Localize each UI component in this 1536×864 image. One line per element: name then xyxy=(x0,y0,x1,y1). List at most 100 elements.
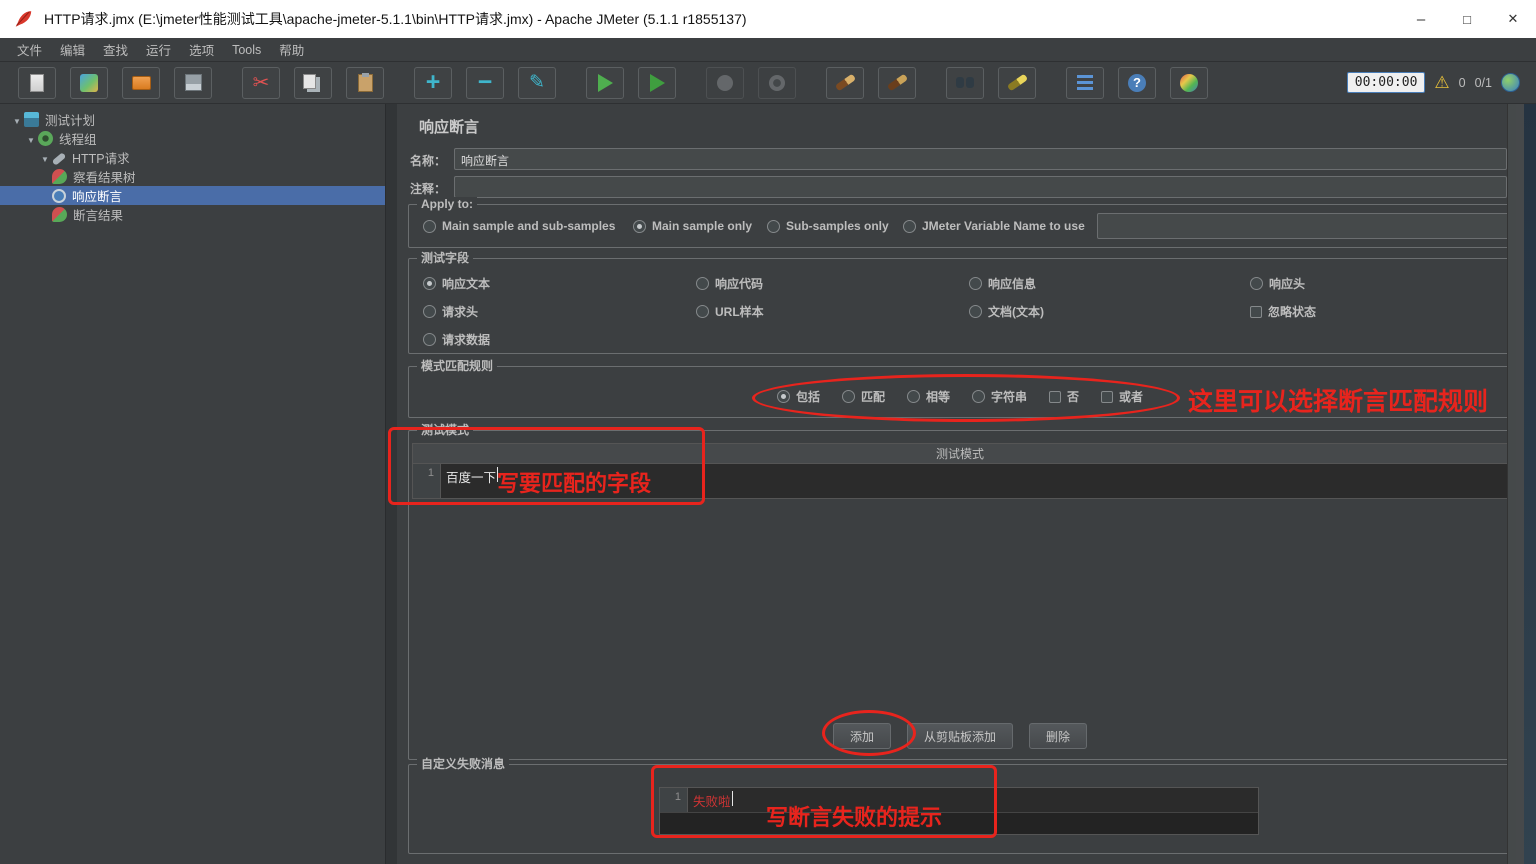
pattern-cell[interactable]: 百度一下 xyxy=(441,464,1507,498)
tree-item-label: 响应断言 xyxy=(72,190,123,204)
clear-all-button[interactable] xyxy=(878,66,916,99)
thread-count: 0/1 xyxy=(1474,75,1492,90)
radio-sub-samples-only[interactable]: Sub-samples only xyxy=(767,219,889,233)
menu-tools[interactable]: Tools xyxy=(223,41,270,59)
radio-icon xyxy=(969,277,982,290)
tree-item-view-results-tree[interactable]: 察看结果树 xyxy=(0,167,385,186)
http-request-icon xyxy=(51,152,67,166)
reset-search-button[interactable] xyxy=(998,66,1036,99)
close-button[interactable] xyxy=(1490,0,1536,38)
open-file-button[interactable] xyxy=(122,66,160,99)
pattern-row[interactable]: 1 百度一下 xyxy=(413,464,1507,498)
open-file-icon xyxy=(131,75,151,90)
checkbox-icon xyxy=(1049,390,1062,403)
menu-run[interactable]: 运行 xyxy=(137,38,180,61)
new-file-button[interactable] xyxy=(18,66,56,99)
tree-item-response-assertion[interactable]: 响应断言 xyxy=(0,186,385,205)
radio-response-message[interactable]: 响应信息 xyxy=(969,275,1036,292)
expand-arrow-icon[interactable] xyxy=(24,132,38,146)
about-button[interactable] xyxy=(1170,66,1208,99)
stop-button[interactable] xyxy=(706,66,744,99)
help-button[interactable] xyxy=(1118,66,1156,99)
tree-item-thread-group[interactable]: 线程组 xyxy=(0,129,385,148)
clear-button[interactable] xyxy=(826,66,864,99)
pencil-icon xyxy=(529,73,545,92)
comment-label: 注释： xyxy=(410,182,447,196)
radio-request-headers[interactable]: 请求头 xyxy=(423,303,478,320)
row-index: 1 xyxy=(413,464,441,498)
cut-button[interactable] xyxy=(242,66,280,99)
add-button[interactable]: 添加 xyxy=(832,723,891,749)
radio-response-code[interactable]: 响应代码 xyxy=(696,275,763,292)
paste-button[interactable] xyxy=(346,66,384,99)
failure-message-cell[interactable]: 失败啦 xyxy=(688,788,1258,812)
comment-input[interactable] xyxy=(454,176,1507,198)
plus-icon xyxy=(426,73,441,93)
title-bar: HTTP请求.jmx (E:\jmeter性能测试工具\apache-jmete… xyxy=(0,0,1536,38)
copy-button[interactable] xyxy=(294,66,332,99)
radio-response-headers[interactable]: 响应头 xyxy=(1250,275,1305,292)
tree-main-splitter[interactable] xyxy=(386,104,397,864)
tree-item-test-plan[interactable]: 测试计划 xyxy=(0,110,385,129)
failure-empty-row[interactable] xyxy=(660,812,1258,834)
expand-arrow-icon[interactable] xyxy=(38,151,52,165)
search-button[interactable] xyxy=(946,66,984,99)
warning-icon[interactable] xyxy=(1434,73,1449,93)
failure-row[interactable]: 1 失败啦 xyxy=(660,788,1258,812)
radio-jmeter-variable[interactable]: JMeter Variable Name to use xyxy=(903,219,1085,233)
checkbox-not[interactable]: 否 xyxy=(1049,388,1079,405)
expand-arrow-icon[interactable] xyxy=(10,113,24,127)
save-button[interactable] xyxy=(174,66,212,99)
menu-file[interactable]: 文件 xyxy=(8,38,51,61)
radio-request-data[interactable]: 请求数据 xyxy=(423,331,490,348)
minimize-button[interactable] xyxy=(1398,0,1444,38)
shutdown-button[interactable] xyxy=(758,66,796,99)
expand-all-button[interactable] xyxy=(414,66,452,99)
assertion-results-icon xyxy=(52,207,67,222)
templates-button[interactable] xyxy=(70,66,108,99)
menu-options[interactable]: 选项 xyxy=(180,38,223,61)
add-from-clipboard-button[interactable]: 从剪贴板添加 xyxy=(906,723,1013,749)
delete-button[interactable]: 删除 xyxy=(1029,723,1088,749)
start-no-pauses-button[interactable] xyxy=(638,66,676,99)
name-input[interactable]: 响应断言 xyxy=(454,148,1507,170)
remote-globe-icon[interactable] xyxy=(1501,73,1520,92)
radio-document-text[interactable]: 文档(文本) xyxy=(969,303,1044,320)
maximize-button[interactable] xyxy=(1444,0,1490,38)
tree-item-http-request[interactable]: HTTP请求 xyxy=(0,148,385,167)
outer-scrollbar[interactable] xyxy=(1516,104,1524,864)
toggle-element-button[interactable] xyxy=(518,66,556,99)
menu-edit[interactable]: 编辑 xyxy=(51,38,94,61)
collapse-all-button[interactable] xyxy=(466,66,504,99)
function-helper-button[interactable] xyxy=(1066,66,1104,99)
radio-equals[interactable]: 相等 xyxy=(906,388,950,405)
main-scrollbar[interactable] xyxy=(1507,104,1516,864)
radio-matches[interactable]: 匹配 xyxy=(841,388,885,405)
checkbox-ignore-status[interactable]: 忽略状态 xyxy=(1250,303,1316,320)
jmeter-variable-input[interactable] xyxy=(1097,213,1511,239)
radio-substring[interactable]: 字符串 xyxy=(972,388,1027,405)
radio-icon xyxy=(903,219,916,233)
menu-search[interactable]: 查找 xyxy=(94,38,137,61)
radio-main-sample-only[interactable]: Main sample only xyxy=(633,219,752,233)
radio-contains[interactable]: 包括 xyxy=(776,388,820,405)
error-count: 0 xyxy=(1458,75,1466,90)
minus-icon xyxy=(478,73,493,93)
play-icon xyxy=(597,73,613,92)
radio-url-sampled[interactable]: URL样本 xyxy=(696,303,764,320)
thread-group-icon xyxy=(38,131,53,146)
patterns-legend: 测试模式 xyxy=(417,423,474,437)
radio-response-text[interactable]: 响应文本 xyxy=(423,275,490,292)
tree-item-assertion-results[interactable]: 断言结果 xyxy=(0,205,385,224)
radio-main-sample-and-subsamples[interactable]: Main sample and sub-samples xyxy=(423,219,615,233)
response-assertion-panel: 响应断言 名称： 响应断言 注释： Apply to: Main sample … xyxy=(397,104,1516,864)
patterns-table-header[interactable]: 测试模式 xyxy=(413,444,1507,464)
checkbox-icon xyxy=(1250,305,1262,318)
menu-help[interactable]: 帮助 xyxy=(270,38,313,61)
checkbox-or[interactable]: 或者 xyxy=(1101,388,1143,405)
patterns-table: 测试模式 1 百度一下 xyxy=(412,443,1508,499)
start-button[interactable] xyxy=(586,66,624,99)
window-controls xyxy=(1398,0,1536,38)
jmeter-feather-icon xyxy=(15,11,32,27)
window-title: HTTP请求.jmx (E:\jmeter性能测试工具\apache-jmete… xyxy=(44,11,747,27)
